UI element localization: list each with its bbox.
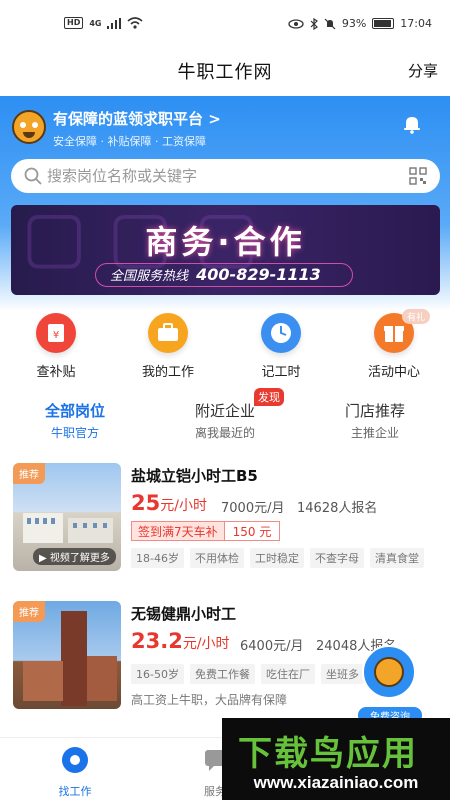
quick-link-label: 活动中心 xyxy=(367,365,420,380)
subsidy-icon: ¥ xyxy=(36,313,76,353)
salary-value: 23.2 xyxy=(131,629,183,653)
svg-text:¥: ¥ xyxy=(53,330,59,341)
job-chip: 16-50岁 xyxy=(131,664,184,684)
tab-all-jobs[interactable]: 全部岗位 牛职官方 xyxy=(10,400,140,441)
page-title: 牛职工作网 xyxy=(177,62,273,83)
salary-unit: 元/小时 xyxy=(160,498,207,514)
eye-icon xyxy=(288,18,304,29)
job-chip: 工时稳定 xyxy=(249,548,304,568)
watermark-brand: 下载鸟应用 xyxy=(238,734,418,774)
hero-section: 有保障的蓝领求职平台 > 安全保障 · 补贴保障 · 工资保障 ▢▢▢ 商务·合… xyxy=(0,96,450,311)
recommend-tag: 推荐 xyxy=(13,601,45,622)
tab-sublabel: 主推企业 xyxy=(350,426,399,440)
hero-subtitle: 安全保障 · 补贴保障 · 工资保障 xyxy=(53,135,206,148)
salary-value: 25 xyxy=(131,491,161,515)
quick-link-activities[interactable]: 有礼 活动中心 xyxy=(344,309,444,380)
watermark-url: www.xiazainiao.com xyxy=(253,773,419,792)
tab-label: 门店推荐 xyxy=(344,402,405,420)
gift-badge: 有礼 xyxy=(402,309,431,324)
job-chip: 不查字母 xyxy=(309,548,364,568)
tab-sublabel: 离我最近的 xyxy=(194,426,255,440)
job-monthly: 7000元/月 xyxy=(221,501,285,516)
tab-store[interactable]: 门店推荐 主推企业 xyxy=(310,400,440,441)
status-left: HD 4G xyxy=(64,17,144,29)
video-label: 视频了解更多 xyxy=(49,553,110,564)
title-bar: 牛职工作网 分享 xyxy=(0,50,450,96)
job-card[interactable]: 推荐 ▶ 视频了解更多 盐城立铠小时工B5 25元/小时 7000元/月 146… xyxy=(0,463,450,583)
battery-icon xyxy=(372,18,395,29)
share-button[interactable]: 分享 xyxy=(408,60,438,81)
consult-icon xyxy=(362,645,416,699)
hotline-label: 全国服务热线 xyxy=(110,269,189,284)
quick-link-subsidy[interactable]: ¥ 查补贴 xyxy=(6,313,106,380)
promo-banner[interactable]: ▢▢▢ 商务·合作 全国服务热线 400-829-1113 xyxy=(11,205,440,295)
battery-percent: 93% xyxy=(341,17,367,30)
qr-scan-icon[interactable] xyxy=(408,166,428,186)
job-salary: 23.2元/小时 xyxy=(131,629,230,653)
job-title: 盐城立铠小时工B5 xyxy=(131,467,258,485)
free-consult-button[interactable]: 免费咨询 xyxy=(358,645,422,724)
job-bonus: 签到满7天车补 150 元 xyxy=(131,521,281,541)
job-chip: 免费工作餐 xyxy=(189,664,255,684)
find-job-icon xyxy=(62,747,88,773)
nav-label: 找工作 xyxy=(58,785,92,798)
discover-badge: 发现 xyxy=(254,388,284,406)
quick-link-label: 记工时 xyxy=(261,365,301,380)
quick-links: ¥ 查补贴 我的工作 记工时 有礼 活动中心 xyxy=(0,309,450,383)
search-icon xyxy=(24,167,42,185)
mascot-logo xyxy=(12,110,46,144)
tab-label: 全部岗位 xyxy=(44,402,105,420)
nav-find-job[interactable]: 找工作 xyxy=(35,746,115,799)
job-thumbnail: 推荐 ▶ 视频了解更多 xyxy=(13,463,121,571)
wifi-icon xyxy=(127,17,144,29)
job-tags: 16-50岁 免费工作餐 吃住在厂 坐班多 xyxy=(131,664,364,684)
job-tags: 18-46岁 不用体检 工时稳定 不查字母 清真食堂 xyxy=(131,548,424,568)
hotline-number: 400-829-1113 xyxy=(196,265,321,284)
job-description: 高工资上牛职，大品牌有保障 xyxy=(131,693,288,707)
bluetooth-icon xyxy=(310,17,318,30)
hd-indicator: HD xyxy=(64,17,84,29)
status-right: 93% 17:04 xyxy=(288,17,432,30)
hero-title-link[interactable]: 有保障的蓝领求职平台 > xyxy=(53,108,221,129)
mute-icon xyxy=(324,18,336,29)
search-bar[interactable] xyxy=(11,159,440,193)
banner-title: 商务·合作 xyxy=(145,223,306,261)
job-chip: 坐班多 xyxy=(320,664,364,684)
quick-link-label: 我的工作 xyxy=(141,365,194,380)
video-pill[interactable]: ▶ 视频了解更多 xyxy=(33,548,116,565)
quick-link-timesheet[interactable]: 记工时 xyxy=(231,313,331,380)
search-input[interactable] xyxy=(47,167,408,185)
bonus-amount: 150 元 xyxy=(223,521,281,541)
watermark-logo: 下载鸟应用 www.xiazainiao.com xyxy=(222,718,450,800)
quick-link-my-work[interactable]: 我的工作 xyxy=(118,313,218,380)
job-applicants: 14628人报名 xyxy=(297,501,378,516)
bell-icon[interactable] xyxy=(402,114,422,134)
banner-hotline: 全国服务热线 400-829-1113 xyxy=(95,263,353,287)
job-chip: 清真食堂 xyxy=(369,548,424,568)
job-title: 无锡健鼎小时工 xyxy=(131,605,237,623)
job-tabs: 全部岗位 牛职官方 附近企业 离我最近的 发现 门店推荐 主推企业 xyxy=(0,388,450,448)
job-monthly: 6400元/月 xyxy=(240,639,304,654)
recommend-tag: 推荐 xyxy=(13,463,45,484)
bonus-text: 签到满7天车补 xyxy=(131,521,224,541)
salary-unit: 元/小时 xyxy=(182,636,230,652)
job-salary: 25元/小时 xyxy=(131,491,207,515)
clock-icon xyxy=(261,313,301,353)
job-chip: 吃住在厂 xyxy=(260,664,315,684)
tab-nearby[interactable]: 附近企业 离我最近的 发现 xyxy=(160,388,290,441)
status-bar: HD 4G 93% 17:04 xyxy=(0,0,450,50)
network-type: 4G xyxy=(89,18,102,28)
briefcase-icon xyxy=(148,313,188,353)
mascot-face xyxy=(374,657,404,687)
tab-sublabel: 牛职官方 xyxy=(50,426,99,440)
clock-time: 17:04 xyxy=(400,17,432,30)
quick-link-label: 查补贴 xyxy=(36,365,76,380)
job-chip: 18-46岁 xyxy=(131,548,184,568)
signal-icon xyxy=(107,17,122,29)
job-chip: 不用体检 xyxy=(189,548,244,568)
job-thumbnail: 推荐 xyxy=(13,601,121,709)
